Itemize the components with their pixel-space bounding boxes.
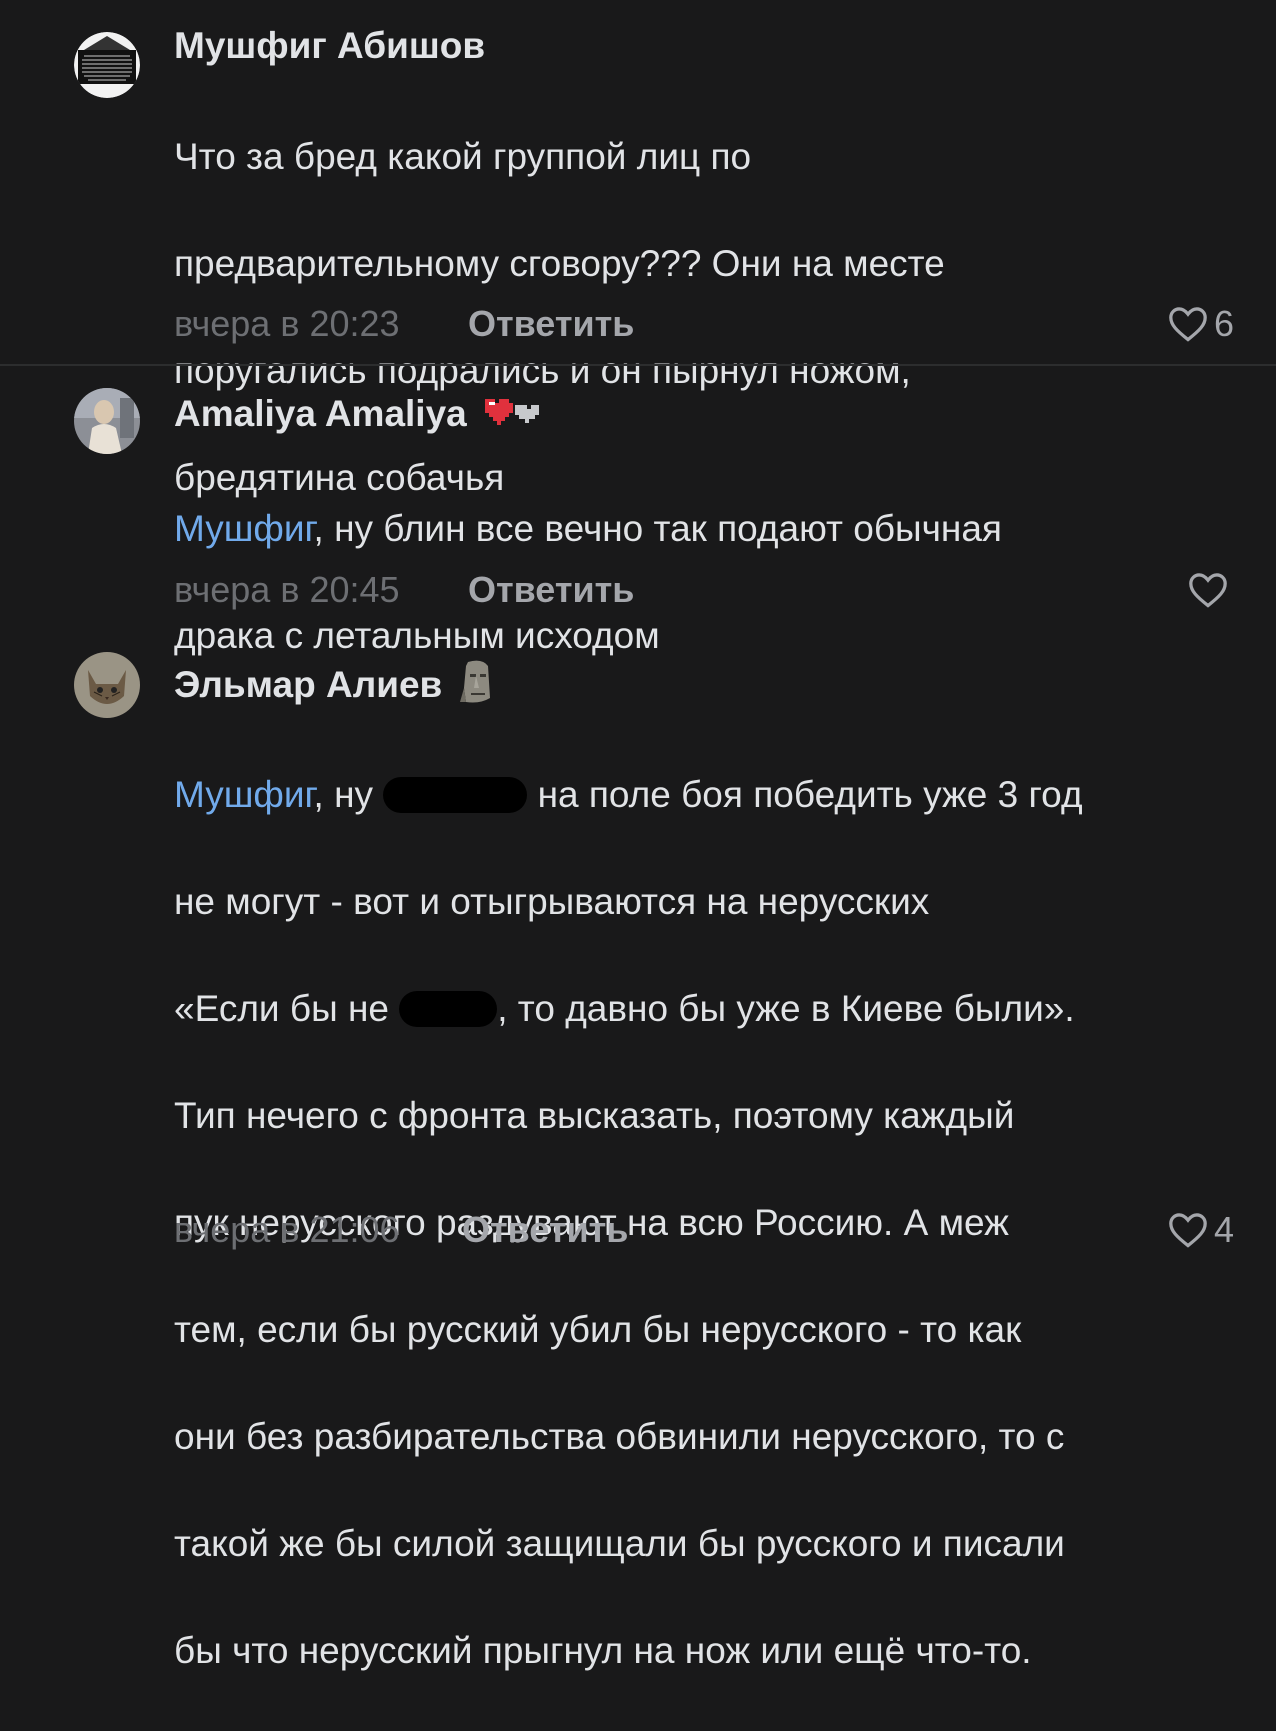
comment-time: вчера в 21:06 xyxy=(174,1209,400,1250)
heart-icon xyxy=(1169,1213,1207,1248)
comment-time: вчера в 20:23 xyxy=(174,303,400,344)
comment-line: такой же бы силой защищали бы русского и… xyxy=(174,1522,1065,1564)
like-button[interactable] xyxy=(1188,568,1234,612)
heart-emoji-icon xyxy=(481,393,543,439)
author-name: Amaliya Amaliya xyxy=(174,393,467,434)
like-count: 6 xyxy=(1213,303,1234,344)
comment-line: бы что нерусский прыгнул на нож или ещё … xyxy=(174,1629,1032,1671)
reply-button[interactable]: Ответить xyxy=(468,302,634,346)
redacted-text xyxy=(399,990,498,1027)
comment-line-text: «Если бы не xyxy=(174,987,389,1029)
author-name: Эльмар Алиев xyxy=(174,663,443,705)
comment-line: не могут - вот и отыгрываются на нерусск… xyxy=(174,880,930,922)
comment-line-text: , ну блин все вечно так подают обычная xyxy=(313,507,1002,549)
comment-author[interactable]: Эльмар Алиев xyxy=(174,658,496,716)
avatar[interactable] xyxy=(74,32,140,98)
comment-line: Что за бред какой группой лиц по xyxy=(174,135,752,177)
comment-time: вчера в 20:45 xyxy=(174,569,400,610)
comment-line: Тип нечего с фронта высказать, поэтому к… xyxy=(174,1094,1015,1136)
comment-author[interactable]: Amaliya Amaliya xyxy=(174,392,543,439)
like-count: 4 xyxy=(1213,1209,1234,1250)
comment-line-text: на поле боя победить уже 3 год xyxy=(537,773,1083,815)
redacted-text xyxy=(383,776,528,813)
like-button[interactable]: 4 xyxy=(1168,1208,1234,1252)
heart-icon xyxy=(1169,307,1207,342)
reply-button[interactable]: Ответить xyxy=(462,1208,628,1252)
heart-icon xyxy=(1189,573,1227,608)
comment-line: драка с летальным исходом xyxy=(174,614,660,656)
comment-line: тем, если бы русский убил бы нерусского … xyxy=(174,1308,1022,1350)
comment-line-text: , то давно бы уже в Киеве были». xyxy=(497,987,1075,1029)
like-button[interactable]: 6 xyxy=(1168,302,1234,346)
mention-link[interactable]: Мушфиг xyxy=(174,774,314,815)
avatar[interactable] xyxy=(74,652,140,718)
avatar[interactable] xyxy=(74,388,140,454)
comment-author[interactable]: Мушфиг Абишов xyxy=(174,24,485,68)
comment-line: они без разбирательства обвинили нерусск… xyxy=(174,1415,1065,1457)
comment-line: «Если бы не , то давно бы уже в Киеве бы… xyxy=(174,982,1254,1036)
comment-line: поругались подрались и он пырнул ножом, xyxy=(174,349,911,391)
moai-emoji-icon xyxy=(456,658,496,716)
mention-link[interactable]: Мушфиг xyxy=(174,508,314,549)
divider xyxy=(0,364,1276,366)
comment-line: Мушфиг, ну на поле боя победить уже 3 го… xyxy=(174,768,1254,822)
comment-line: Мушфиг, ну блин все вечно так подают обы… xyxy=(174,502,1244,556)
reply-button[interactable]: Ответить xyxy=(468,568,634,612)
comment-line-text: , ну xyxy=(313,773,374,815)
comment-line: предварительному сговору??? Они на месте xyxy=(174,242,945,284)
